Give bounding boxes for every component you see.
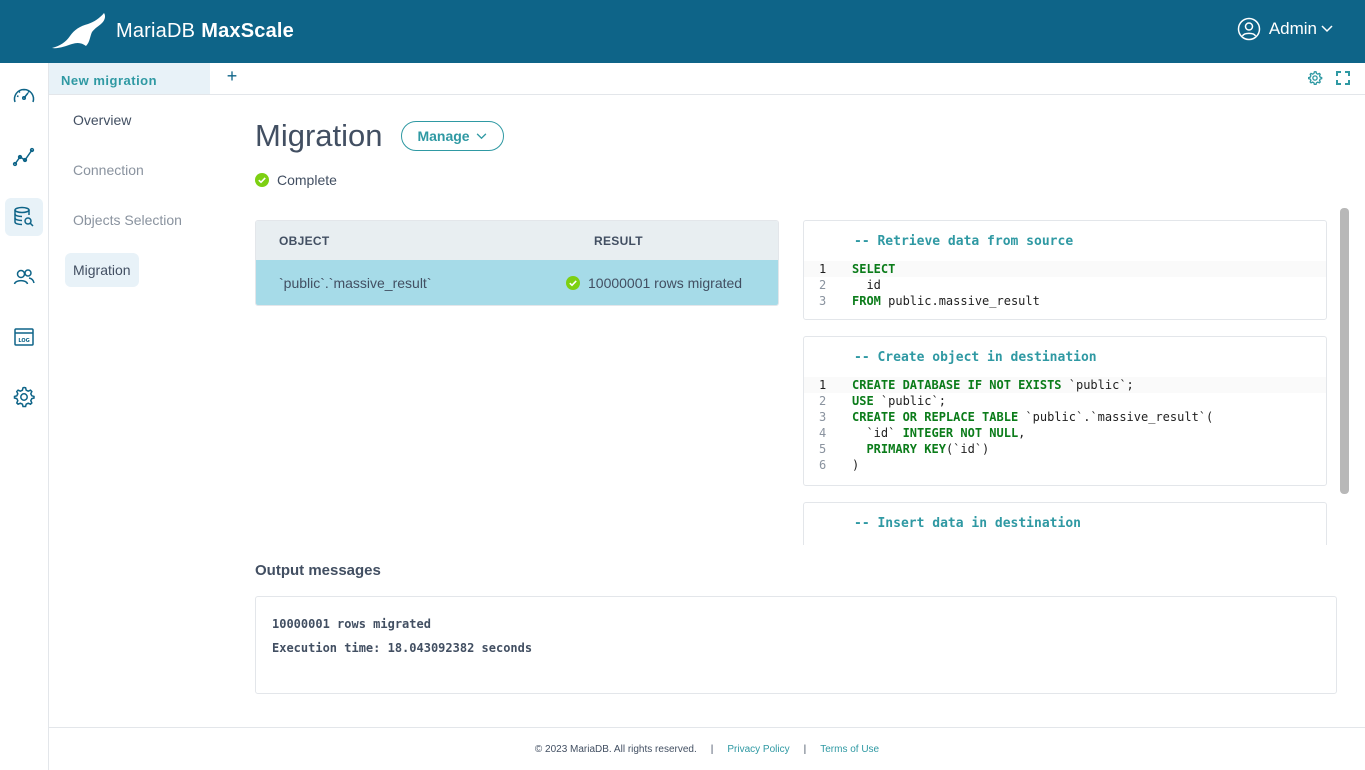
step-overview[interactable]: Overview	[65, 103, 139, 137]
table-header: OBJECT RESULT	[256, 221, 778, 260]
nav-users[interactable]	[5, 258, 43, 296]
tab-new-migration[interactable]: New migration	[49, 63, 210, 94]
worksheet-tab-bar: New migration +	[49, 63, 1365, 95]
output-messages-box: 10000001 rows migrated Execution time: 1…	[255, 596, 1337, 694]
users-icon	[13, 269, 35, 285]
sql-block-insert: -- Insert data in destination	[803, 502, 1327, 545]
gear-icon	[13, 386, 35, 408]
product-name: MaxScale	[201, 19, 294, 42]
log-archive-icon: LOG	[14, 328, 34, 346]
sql-comment: -- Retrieve data from source	[854, 234, 1074, 249]
column-header-object[interactable]: OBJECT	[256, 234, 570, 248]
nav-visualization[interactable]	[5, 138, 43, 176]
svg-text:LOG: LOG	[18, 338, 29, 344]
check-circle-icon	[255, 173, 269, 187]
footer: © 2023 MariaDB. All rights reserved. | P…	[49, 727, 1365, 770]
nav-logs[interactable]: LOG	[5, 318, 43, 356]
add-tab-button[interactable]: +	[225, 67, 239, 85]
step-connection[interactable]: Connection	[65, 153, 152, 187]
mariadb-logo[interactable]: MariaDB MaxScale	[50, 12, 294, 50]
migration-status: Complete	[255, 172, 337, 188]
footer-separator: |	[803, 743, 807, 755]
terms-of-use-link[interactable]: Terms of Use	[820, 744, 879, 755]
top-bar: MariaDB MaxScale Admin	[0, 0, 1365, 63]
migration-result-table: OBJECT RESULT `public`.`massive_result` …	[255, 220, 779, 306]
copyright-text: © 2023 MariaDB. All rights reserved.	[534, 743, 697, 755]
sql-panel-scrollbar[interactable]	[1340, 208, 1349, 494]
manage-button-label: Manage	[417, 128, 470, 144]
sql-script-panel[interactable]: -- Retrieve data from source 1 SELECT 2 i…	[803, 208, 1349, 545]
user-avatar-icon	[1237, 17, 1261, 41]
sql-comment: -- Insert data in destination	[854, 516, 1081, 531]
output-messages-title: Output messages	[255, 562, 381, 579]
brand-name: MariaDB	[116, 19, 196, 42]
page-title: Migration	[255, 118, 383, 153]
step-objects-selection[interactable]: Objects Selection	[65, 203, 190, 237]
footer-separator: |	[710, 743, 714, 755]
nav-dashboard[interactable]	[5, 78, 43, 116]
privacy-policy-link[interactable]: Privacy Policy	[727, 744, 789, 755]
status-text: Complete	[277, 172, 337, 188]
settings-icon[interactable]	[1307, 70, 1323, 86]
column-header-result[interactable]: RESULT	[570, 234, 643, 248]
chevron-down-icon	[476, 132, 486, 139]
check-circle-icon	[566, 275, 580, 290]
nav-settings[interactable]	[5, 378, 43, 416]
seal-logo-icon	[52, 13, 106, 49]
object-cell: `public`.`massive_result`	[279, 274, 432, 291]
chevron-down-icon	[1321, 25, 1333, 33]
output-line: 10000001 rows migrated	[272, 617, 431, 631]
output-line: Execution time: 18.043092382 seconds	[272, 641, 533, 655]
user-menu[interactable]: Admin	[1237, 17, 1333, 41]
result-cell: 10000001 rows migrated	[566, 275, 742, 291]
result-text: 10000001 rows migrated	[588, 274, 743, 291]
sql-block-create: -- Create object in destination 1 CREATE …	[803, 336, 1327, 486]
table-row[interactable]: `public`.`massive_result` 10000001 rows …	[256, 260, 778, 305]
migration-stepper: Overview Connection Objects Selection Mi…	[65, 103, 225, 303]
line-graph-icon	[12, 147, 35, 167]
manage-button[interactable]: Manage	[400, 121, 504, 151]
nav-query-editor[interactable]	[5, 198, 43, 236]
fullscreen-icon[interactable]	[1335, 70, 1351, 86]
speedometer-icon	[13, 88, 35, 103]
left-nav: LOG	[0, 63, 49, 770]
sql-comment: -- Create object in destination	[854, 350, 1097, 365]
step-migration[interactable]: Migration	[65, 253, 139, 287]
database-search-icon	[14, 206, 34, 227]
sql-block-retrieve: -- Retrieve data from source 1 SELECT 2 i…	[803, 220, 1327, 320]
user-name: Admin	[1268, 19, 1317, 38]
